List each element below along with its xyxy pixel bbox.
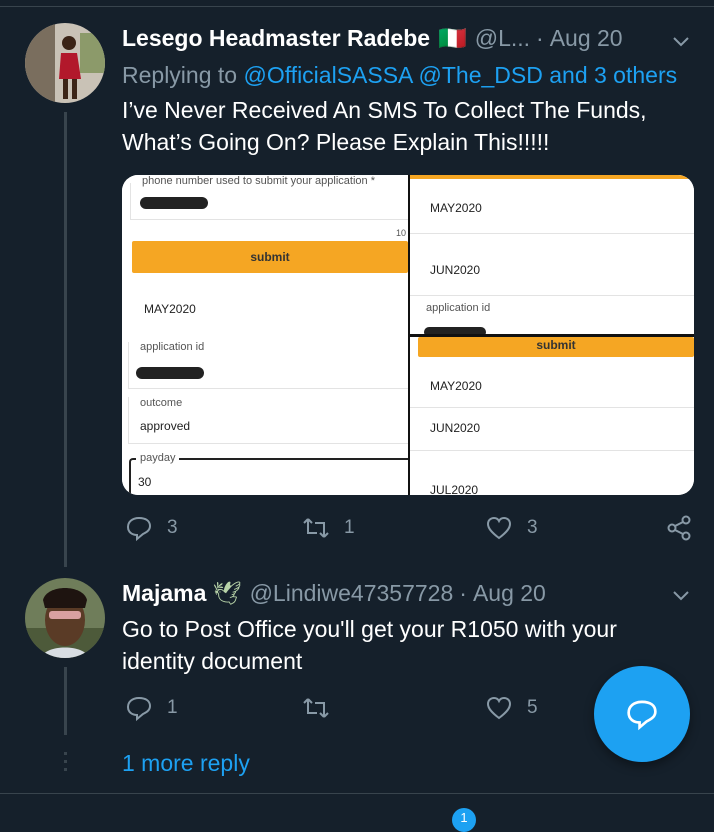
field-border	[130, 183, 131, 219]
thread-dots	[64, 752, 67, 776]
reply-count: 3	[167, 517, 178, 538]
redacted-phone	[140, 197, 208, 209]
separator-dot: ·	[536, 25, 544, 51]
tweet-text: Go to Post Office you'll get your R1050 …	[122, 613, 617, 677]
field-border	[128, 342, 129, 388]
reply-action[interactable]: 1	[125, 694, 178, 722]
retweet-action[interactable]: 1	[302, 514, 355, 542]
avatar-lesego[interactable]	[25, 23, 105, 103]
row-divider	[410, 233, 694, 234]
tweet-media-image[interactable]: phone number used to submit your applica…	[122, 175, 694, 495]
thread-line	[64, 667, 67, 735]
outcome-label: outcome	[140, 397, 183, 409]
application-id-label: application id	[426, 302, 491, 314]
replying-prefix: Replying to	[122, 62, 238, 88]
row-divider	[410, 295, 694, 296]
retweet-icon	[303, 698, 329, 718]
handle[interactable]: @Lindiwe47357728	[250, 580, 454, 607]
display-name[interactable]: Majama	[122, 580, 206, 607]
reply-icon	[126, 516, 152, 542]
field-underline	[128, 443, 408, 444]
top-divider	[0, 6, 714, 7]
share-action[interactable]	[665, 514, 693, 542]
share-icon	[667, 515, 691, 541]
tweet-text-line: I’ve Never Received An SMS To Collect Th…	[122, 97, 647, 123]
media-left-panel: phone number used to submit your applica…	[122, 175, 408, 495]
dove-emoji: 🕊	[212, 580, 242, 606]
thread-line	[64, 112, 67, 567]
like-count: 3	[527, 517, 538, 538]
tweet-text-line: identity document	[122, 648, 303, 674]
field-underline	[130, 219, 408, 220]
like-action[interactable]: 3	[485, 514, 538, 542]
row-divider	[410, 450, 694, 451]
tweet-text-line: What’s Going On? Please Explain This!!!!…	[122, 129, 550, 155]
media-right-top-panel: MAY2020 JUN2020 application id	[410, 175, 694, 334]
replying-mentions[interactable]: @OfficialSASSA @The_DSD and 3 others	[243, 62, 677, 88]
retweet-action[interactable]	[302, 694, 330, 722]
media-right-bottom-panel: submit MAY2020 JUN2020 JUL2020	[410, 337, 694, 495]
like-icon	[486, 696, 512, 720]
avatar-majama[interactable]	[25, 578, 105, 658]
may2020-label: MAY2020	[430, 379, 482, 393]
field-underline	[128, 388, 408, 389]
flag-emoji: 🇮🇹	[438, 25, 467, 51]
timestamp[interactable]: Aug 20	[473, 580, 546, 607]
reply-action[interactable]: 3	[125, 514, 178, 542]
jun2020-label: JUN2020	[430, 421, 481, 435]
replying-to: Replying to @OfficialSASSA @The_DSD and …	[122, 62, 677, 89]
payday-value: 30	[138, 475, 152, 489]
like-icon	[486, 516, 512, 540]
char-counter: 10	[396, 228, 407, 238]
retweet-count: 1	[344, 517, 355, 538]
jun2020-label: JUN2020	[430, 263, 481, 277]
row-divider	[410, 407, 694, 408]
submit-strip	[410, 175, 694, 179]
separator-dot: ·	[459, 580, 467, 606]
timestamp[interactable]: Aug 20	[550, 25, 623, 52]
notification-badge[interactable]: 1	[452, 808, 476, 832]
compose-reply-button[interactable]	[594, 666, 690, 762]
tweet-text-line: Go to Post Office you'll get your R1050 …	[122, 616, 617, 642]
like-action[interactable]: 5	[485, 694, 538, 722]
may2020-label: MAY2020	[430, 201, 482, 215]
redacted-application-id	[424, 327, 486, 334]
handle[interactable]: @L...	[475, 25, 530, 52]
more-replies-link[interactable]: 1 more reply	[122, 750, 250, 777]
redacted-application-id	[136, 367, 204, 379]
application-id-label: application id	[140, 341, 205, 353]
chevron-down-icon[interactable]	[670, 30, 692, 52]
submit-button-image: submit	[132, 241, 408, 273]
display-name[interactable]: Lesego Headmaster Radebe	[122, 25, 430, 52]
bottom-divider	[0, 793, 714, 794]
phone-number-label: phone number used to submit your applica…	[142, 175, 375, 187]
outcome-value: approved	[140, 419, 191, 433]
submit-button-image: submit	[418, 337, 694, 357]
like-count: 5	[527, 697, 538, 718]
tweet-text: I’ve Never Received An SMS To Collect Th…	[122, 94, 647, 158]
payday-label: payday	[136, 452, 180, 464]
tweet-header: Majama 🕊 @Lindiwe47357728 · Aug 20	[122, 580, 546, 607]
compose-reply-icon	[627, 700, 657, 731]
chevron-down-icon[interactable]	[670, 584, 692, 606]
reply-icon	[126, 696, 152, 722]
retweet-icon	[303, 518, 329, 538]
reply-count: 1	[167, 697, 178, 718]
jul2020-label: JUL2020	[430, 483, 479, 495]
may2020-label: MAY2020	[144, 302, 196, 316]
field-border	[128, 397, 129, 443]
tweet-header: Lesego Headmaster Radebe 🇮🇹 @L... · Aug …	[122, 25, 623, 52]
